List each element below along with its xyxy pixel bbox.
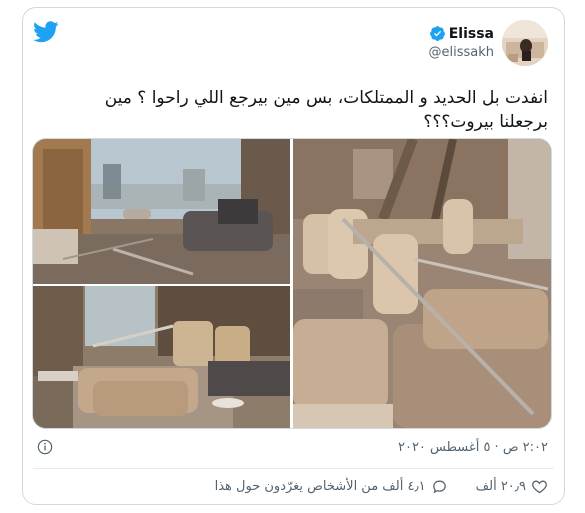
tweet-card[interactable]: Elissa @elissakh انفدت بل الحديد و الممت… — [22, 7, 565, 505]
photo-3[interactable] — [293, 139, 551, 428]
reply-count: ٤٫١ ألف من الأشخاص يغرّدون حول هذا — [214, 479, 426, 494]
tweet-timestamp[interactable]: ٢:٠٢ ص · ٥ أغسطس ٢٠٢٠ — [398, 440, 548, 455]
tweet-text-line2: برجعلنا بيروت؟؟؟ — [423, 112, 548, 132]
reply-button[interactable]: ٤٫١ ألف من الأشخاص يغرّدون حول هذا — [215, 478, 448, 495]
like-button[interactable]: ٢٠٫٩ ألف — [476, 478, 548, 495]
heart-icon — [532, 480, 547, 494]
photo-grid — [32, 138, 552, 429]
tweet-text: انفدت بل الحديد و الممتلكات، بس مين بيرج… — [37, 86, 548, 134]
avatar[interactable] — [502, 20, 548, 66]
verified-badge-icon — [429, 26, 445, 41]
user-handle[interactable]: @elissakh — [428, 45, 494, 60]
display-name[interactable]: Elissa — [449, 26, 494, 42]
divider — [33, 468, 554, 469]
user-info[interactable]: Elissa @elissakh — [428, 25, 494, 61]
like-count: ٢٠٫٩ ألف — [475, 479, 526, 494]
tweet-actions: ٢٠٫٩ ألف ٤٫١ ألف من الأشخاص يغرّدون حول … — [37, 478, 548, 495]
photo-2[interactable] — [33, 286, 290, 428]
info-icon[interactable] — [37, 439, 53, 455]
reply-bubble-icon — [432, 480, 446, 494]
tweet-meta: ٢:٠٢ ص · ٥ أغسطس ٢٠٢٠ — [37, 439, 548, 455]
twitter-bird-icon[interactable] — [33, 21, 59, 43]
tweet-text-line1: انفدت بل الحديد و الممتلكات، بس مين بيرج… — [104, 88, 548, 108]
photo-1[interactable] — [33, 139, 290, 284]
